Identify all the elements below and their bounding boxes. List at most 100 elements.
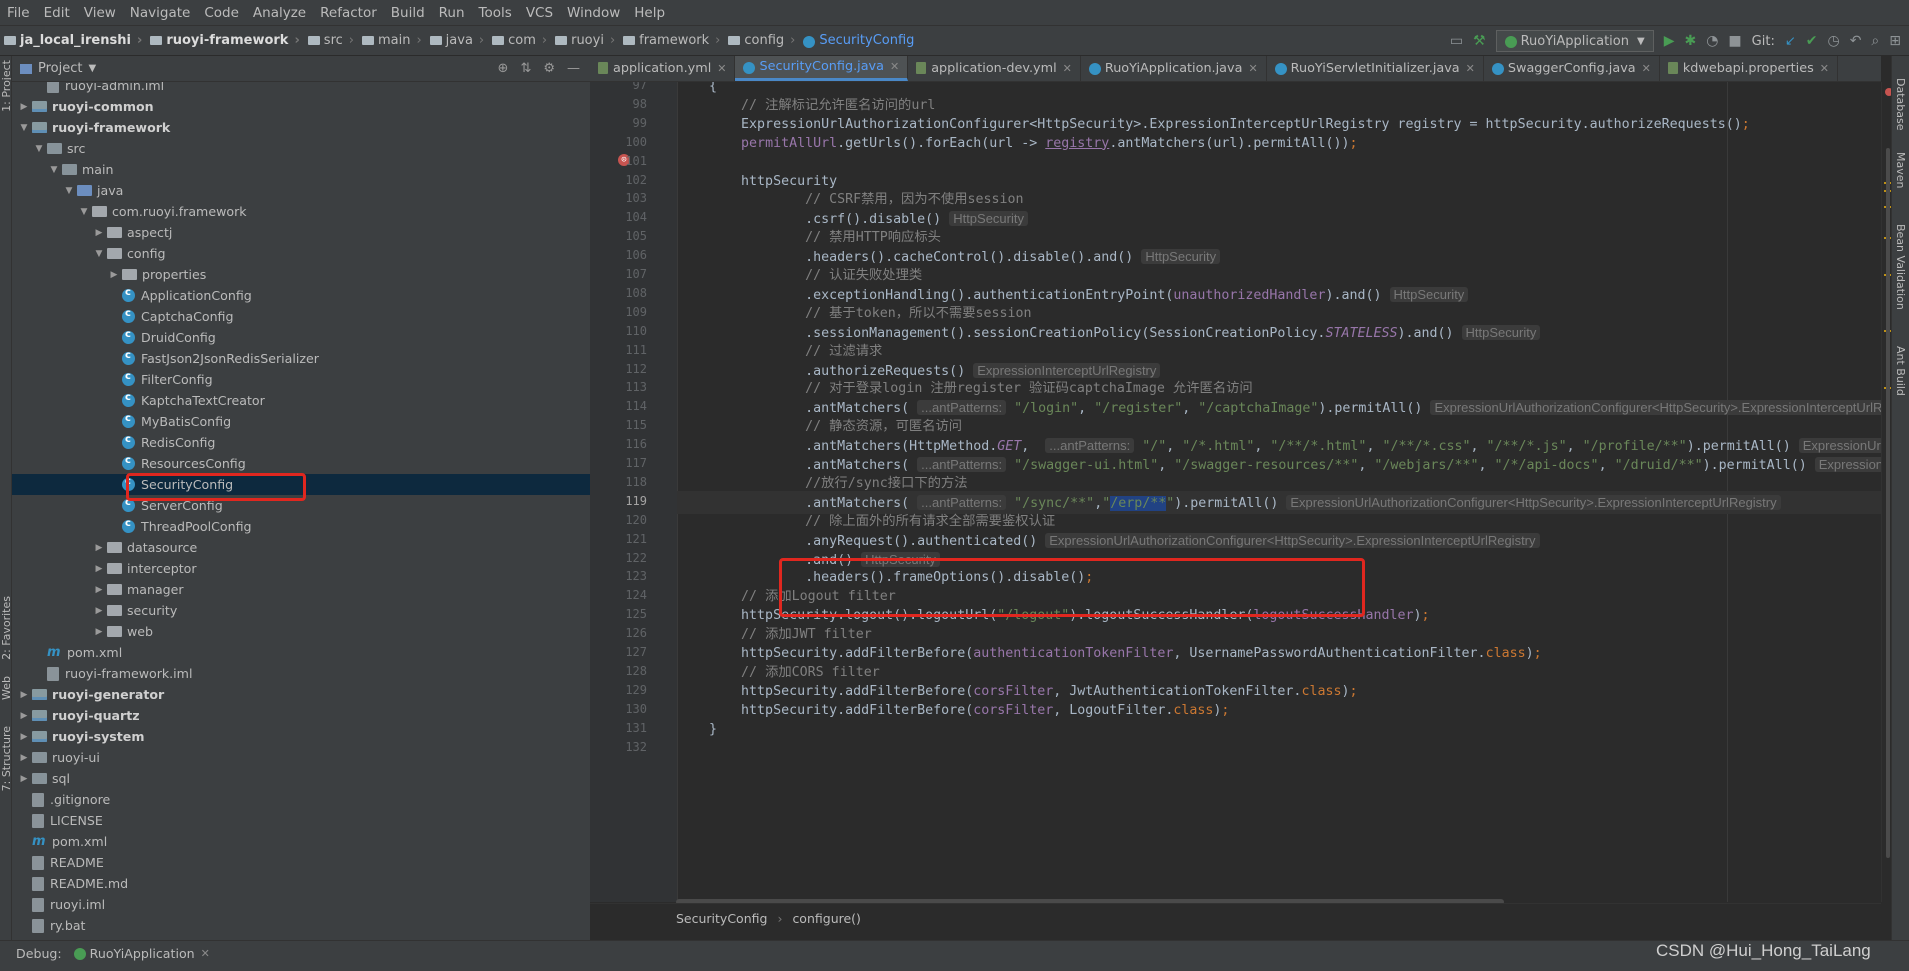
tree-item[interactable]: ▶ ruoyi-quartz — [12, 705, 590, 726]
run-icon[interactable]: ▶ — [1664, 33, 1675, 49]
run-configuration-select[interactable]: RuoYiApplication ▼ — [1495, 30, 1654, 52]
close-icon[interactable]: ✕ — [1820, 62, 1829, 75]
tree-item-class[interactable]: RedisConfig — [12, 432, 590, 453]
close-icon[interactable]: ✕ — [1466, 62, 1475, 75]
menu-item-navigate[interactable]: Navigate — [123, 5, 198, 21]
tool-window-ant-build[interactable]: Ant Build — [1894, 346, 1907, 396]
breadcrumb-ruoyi[interactable]: ruoyi › — [551, 33, 619, 48]
tree-item-class[interactable]: CaptchaConfig — [12, 306, 590, 327]
breadcrumb-framework[interactable]: framework › — [619, 33, 724, 48]
expand-arrow-icon[interactable]: ▶ — [93, 585, 105, 595]
expand-arrow-icon[interactable]: ▶ — [18, 732, 30, 742]
expand-arrow-icon[interactable]: ▼ — [78, 207, 90, 217]
menu-item-code[interactable]: Code — [197, 5, 246, 21]
code-line[interactable] — [677, 737, 1881, 760]
editor-tab[interactable]: RuoYiApplication.java ✕ — [1081, 56, 1267, 81]
tree-item-class[interactable]: ApplicationConfig — [12, 285, 590, 306]
editor-tab[interactable]: kdwebapi.properties ✕ — [1660, 56, 1838, 81]
breadcrumb-src[interactable]: src › — [304, 33, 358, 48]
menu-item-view[interactable]: View — [77, 5, 123, 21]
tree-item[interactable]: ▶ web — [12, 621, 590, 642]
scroll-thumb[interactable] — [1886, 148, 1890, 858]
expand-arrow-icon[interactable]: ▶ — [18, 774, 30, 784]
tree-item[interactable]: ▼ com.ruoyi.framework — [12, 201, 590, 222]
close-icon[interactable]: ✕ — [890, 60, 899, 73]
tree-item[interactable]: ▶ ruoyi-common — [12, 96, 590, 117]
breadcrumb-main[interactable]: main › — [358, 33, 426, 48]
editor-tab[interactable]: SwaggerConfig.java ✕ — [1484, 56, 1660, 81]
expand-arrow-icon[interactable]: ▼ — [63, 186, 75, 196]
tree-item[interactable]: LICENSE — [12, 810, 590, 831]
expand-arrow-icon[interactable]: ▶ — [93, 606, 105, 616]
close-icon[interactable]: ✕ — [201, 947, 210, 960]
tree-item[interactable]: README — [12, 852, 590, 873]
menu-item-refactor[interactable]: Refactor — [313, 5, 384, 21]
minimize-icon[interactable]: — — [567, 61, 580, 76]
tree-item-class[interactable]: KaptchaTextCreator — [12, 390, 590, 411]
tree-item[interactable]: ▼ java — [12, 180, 590, 201]
gear-icon[interactable]: ⚙ — [543, 61, 555, 76]
editor-tab[interactable]: application-dev.yml ✕ — [908, 56, 1081, 81]
close-icon[interactable]: ✕ — [1063, 62, 1072, 75]
chevron-down-icon[interactable]: ▼ — [88, 63, 96, 74]
tool-window-favorites[interactable]: 2: Favorites — [0, 596, 11, 660]
menu-item-window[interactable]: Window — [560, 5, 627, 21]
tool-window-bean-validation[interactable]: Bean Validation — [1894, 224, 1907, 310]
locate-icon[interactable]: ⊕ — [498, 61, 509, 76]
debug-icon[interactable]: ✱ — [1684, 33, 1696, 49]
tree-item[interactable]: ▶ aspectj — [12, 222, 590, 243]
expand-arrow-icon[interactable]: ▼ — [18, 123, 30, 133]
tree-item[interactable]: ▶ sql — [12, 768, 590, 789]
tree-item[interactable]: ▶ security — [12, 600, 590, 621]
expand-arrow-icon[interactable]: ▶ — [108, 270, 120, 280]
tree-item[interactable]: ▶ datasource — [12, 537, 590, 558]
expand-arrow-icon[interactable]: ▶ — [93, 228, 105, 238]
breadcrumb-file[interactable]: SecurityConfig — [799, 33, 918, 48]
tree-item-class[interactable]: FilterConfig — [12, 369, 590, 390]
close-icon[interactable]: ✕ — [1248, 62, 1257, 75]
code-breadcrumb-class[interactable]: SecurityConfig — [676, 911, 767, 926]
tree-item[interactable]: ▼ main — [12, 159, 590, 180]
debug-session-tab[interactable]: RuoYiApplication ✕ — [73, 946, 210, 961]
close-icon[interactable]: ✕ — [1642, 62, 1651, 75]
tree-item[interactable]: m pom.xml — [12, 831, 590, 852]
menu-item-vcs[interactable]: VCS — [519, 5, 560, 21]
project-view-select[interactable]: Project — [38, 61, 82, 76]
menu-item-analyze[interactable]: Analyze — [246, 5, 313, 21]
breadcrumb-ruoyi-framework[interactable]: ruoyi-framework › — [146, 33, 303, 48]
tool-window-structure[interactable]: 7: Structure — [0, 726, 11, 791]
tool-window-project[interactable]: 1: Project — [0, 60, 11, 112]
window-icon[interactable]: ▭ — [1450, 33, 1463, 49]
tree-item[interactable]: ry.bat — [12, 915, 590, 936]
breadcrumb-java[interactable]: java › — [426, 33, 488, 48]
search-icon[interactable]: ⌕ — [1871, 33, 1879, 49]
tree-item[interactable]: ▶ ruoyi-system — [12, 726, 590, 747]
tree-item[interactable]: ▼ src — [12, 138, 590, 159]
breadcrumb-project[interactable]: ja_local_irenshi › — [0, 33, 146, 48]
git-commit-icon[interactable]: ✔ — [1806, 33, 1818, 49]
expand-arrow-icon[interactable]: ▶ — [18, 690, 30, 700]
tool-window-maven[interactable]: Maven — [1894, 152, 1907, 188]
tree-item[interactable]: ▶ properties — [12, 264, 590, 285]
tree-item[interactable]: README.md — [12, 873, 590, 894]
breadcrumb-com[interactable]: com › — [488, 33, 551, 48]
editor-tab[interactable]: application.yml ✕ — [590, 56, 736, 81]
expand-arrow-icon[interactable]: ▶ — [93, 627, 105, 637]
tree-item[interactable]: ▶ interceptor — [12, 558, 590, 579]
menu-item-edit[interactable]: Edit — [37, 5, 77, 21]
code-breadcrumb-method[interactable]: configure() — [792, 911, 860, 926]
tree-item-class[interactable]: DruidConfig — [12, 327, 590, 348]
code-editor[interactable]: { // 注解标记允许匿名访问的url ExpressionUrlAuthori… — [677, 82, 1881, 902]
tree-item-class[interactable]: MyBatisConfig — [12, 411, 590, 432]
close-icon[interactable]: ✕ — [717, 62, 726, 75]
expand-arrow-icon[interactable]: ▼ — [48, 165, 60, 175]
build-hammer-icon[interactable]: ⚒ — [1473, 33, 1486, 49]
tree-item[interactable]: ruoyi-framework.iml — [12, 663, 590, 684]
editor-tab[interactable]: SecurityConfig.java ✕ — [735, 56, 909, 81]
tree-item[interactable]: m pom.xml — [12, 642, 590, 663]
expand-arrow-icon[interactable]: ▶ — [18, 102, 30, 112]
expand-arrow-icon[interactable]: ▼ — [93, 249, 105, 259]
tool-window-database[interactable]: Database — [1894, 78, 1907, 131]
menu-item-file[interactable]: File — [0, 5, 37, 21]
expand-arrow-icon[interactable]: ▶ — [18, 753, 30, 763]
